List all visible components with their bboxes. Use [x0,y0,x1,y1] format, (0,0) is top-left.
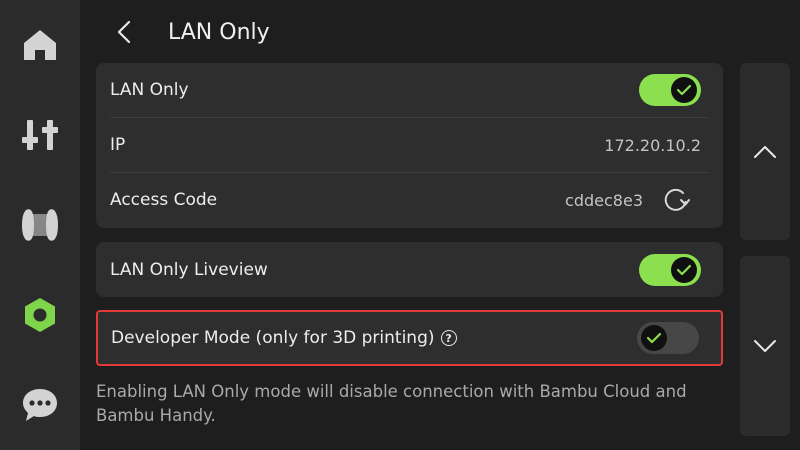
chat-icon [23,389,57,421]
access-code-value: cddec8e3 [565,190,643,210]
checkmark-icon [646,332,662,344]
developer-mode-label-group: Developer Mode (only for 3D printing) ? [111,328,457,348]
chevron-up-icon [754,145,776,158]
filament-spool-icon [22,209,58,241]
lan-only-note: Enabling LAN Only mode will disable conn… [96,382,687,425]
developer-mode-row: Developer Mode (only for 3D printing) ? [96,310,723,366]
access-code-value-group: cddec8e3 [565,185,701,215]
sliders-icon [22,120,58,150]
nav-controls-button[interactable] [15,110,65,160]
developer-mode-label: Developer Mode (only for 3D printing) [111,328,435,348]
nav-messages-button[interactable] [15,380,65,430]
liveview-card: LAN Only Liveview [96,242,723,297]
access-code-label: Access Code [110,190,218,210]
chevron-down-icon [754,340,776,352]
help-icon[interactable]: ? [440,330,457,346]
access-code-row: Access Code cddec8e3 [96,173,723,227]
toggle-knob [641,325,667,351]
home-icon [24,30,56,60]
ip-row: IP 172.20.10.2 [96,118,723,172]
sidebar [0,0,80,450]
page-title: LAN Only [168,19,270,45]
lan-only-label: LAN Only [110,80,189,100]
refresh-icon[interactable] [661,185,691,215]
checkmark-icon [676,264,692,275]
checkmark-icon [676,84,692,96]
nav-filament-button[interactable] [15,200,65,250]
nav-home-button[interactable] [15,20,65,70]
liveview-row: LAN Only Liveview [96,242,723,297]
toggle-knob [671,256,697,283]
lan-only-row: LAN Only [96,63,723,117]
nav-settings-button[interactable] [15,290,65,340]
toggle-knob [671,77,697,103]
ip-label: IP [110,135,126,155]
lan-only-toggle[interactable] [639,74,701,106]
network-settings-card: LAN Only IP 172.20.10.2 Access Code cdde… [96,63,723,228]
back-button[interactable] [96,8,152,56]
liveview-toggle[interactable] [639,253,701,286]
chevron-left-icon [117,20,131,44]
scroll-down-button[interactable] [740,256,790,436]
scroll-up-button[interactable] [740,63,790,240]
ip-value: 172.20.10.2 [604,135,701,155]
header: LAN Only [96,8,716,56]
liveview-label: LAN Only Liveview [110,259,268,280]
developer-mode-toggle[interactable] [637,322,699,354]
hex-settings-icon [25,298,55,332]
